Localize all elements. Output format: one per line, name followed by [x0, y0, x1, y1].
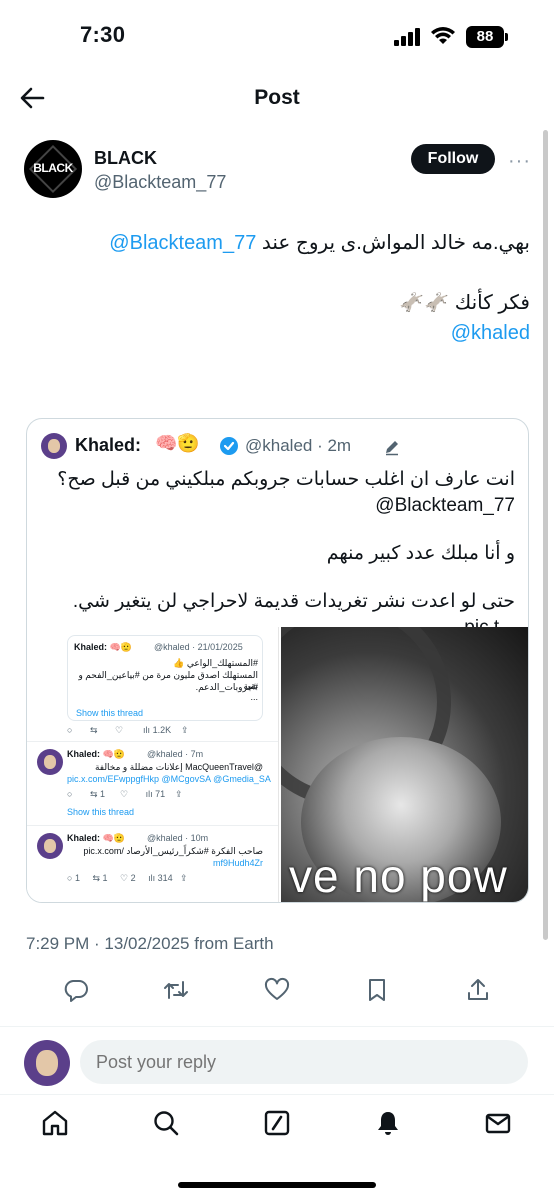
reply-icon[interactable] [62, 976, 90, 1004]
quoted-author-name: Khaled: [75, 435, 142, 455]
status-bar: 7:30 88 [0, 0, 554, 72]
page-title: Post [254, 86, 300, 109]
share-icon[interactable] [464, 976, 492, 1004]
post-line-1: بهي.مه خالد المواش.ى يروج عند @Blackteam… [24, 228, 530, 258]
mention-link[interactable]: @Blackteam_77 [109, 232, 256, 254]
follow-button[interactable]: Follow [411, 144, 495, 174]
mini-stats-row-3: ○ 1 ⇆ 1 ♡ 2 ılı 314 ⇪ [67, 873, 188, 883]
battery-level: 88 [466, 26, 504, 48]
heart-icon[interactable] [263, 976, 291, 1004]
post-line-3: @khaled [24, 318, 530, 348]
quoted-avatar [41, 433, 67, 459]
mini-embedded-card: Khaled: 🧠🫡 @khaled · 21/01/2025 #المستهل… [67, 635, 263, 721]
status-time: 7:30 [80, 22, 126, 47]
author-handle[interactable]: @Blackteam_77 [94, 172, 226, 193]
quoted-post-header: Khaled: 🧠🫡 @khaled · 2m [41, 433, 521, 459]
quoted-media[interactable]: Khaled: 🧠🫡 @khaled · 21/01/2025 #المستهل… [27, 627, 528, 902]
post-timestamp: 7:29 PM · 13/02/2025 from Earth [26, 934, 274, 953]
mini-card-name: Khaled: 🧠🫡 [74, 642, 132, 652]
mini-show-thread: Show this thread [76, 708, 144, 718]
mini-t3-rt: 1 [102, 873, 108, 883]
mail-icon[interactable] [483, 1108, 513, 1138]
post-actions [0, 972, 554, 1008]
mini-card-more: ... [250, 692, 258, 702]
mini-t2-handle: @khaled · 7m [147, 749, 204, 759]
avatar[interactable] [24, 1040, 70, 1086]
bell-icon[interactable] [373, 1108, 403, 1138]
post-line-1-text: بهي.مه خالد المواش.ى يروج عند [256, 232, 530, 254]
grok-icon[interactable] [262, 1108, 292, 1138]
mini-t3-handle: @khaled · 10m [147, 833, 209, 843]
post-text: بهي.مه خالد المواش.ى يروج عند @Blackteam… [24, 228, 530, 378]
quoted-handle-time: @khaled · 2m [245, 436, 352, 455]
mini-avatar [37, 749, 63, 775]
search-icon[interactable] [151, 1108, 181, 1138]
verified-badge-icon [220, 437, 238, 455]
mention-link[interactable]: @khaled [451, 322, 530, 344]
reply-composer [0, 1038, 554, 1086]
mini-t2-name: Khaled: 🧠🫡 [67, 749, 125, 759]
mini-t3-line-2: mf9Hudh4Zr [212, 858, 263, 868]
post-author: BLACK BLACK @Blackteam_77 Follow ··· [24, 140, 534, 200]
mini-t2-line-1: @MacQueenTravel إعلانات مضللة و مخالفة [94, 762, 263, 772]
divider [0, 1094, 554, 1095]
mini-t3-name: Khaled: 🧠🫡 [67, 833, 125, 843]
mini-t3-like: 2 [130, 873, 136, 883]
mini-t3-views: 314 [157, 873, 173, 883]
battery-nub [505, 33, 508, 41]
author-name[interactable]: BLACK [94, 148, 157, 169]
divider [0, 1026, 554, 1027]
mini-t2-rt: 1 [99, 789, 105, 799]
bookmark-icon[interactable] [363, 976, 391, 1004]
quoted-line-1: انت عارف ان اغلب حسابات جروبكم مبلكيني م… [57, 469, 515, 490]
mini-views-1: 1.2K [152, 725, 172, 735]
more-options-icon[interactable]: ··· [508, 150, 531, 173]
avatar-logo-text: BLACK [33, 161, 73, 175]
mini-t3-line-1: صاحب الفكرة #شكراً_رئيس_الأرصاد /pic.x.c… [83, 846, 263, 856]
avatar[interactable]: BLACK [24, 140, 82, 198]
quoted-line-3: و أنا مبلك عدد كبير منهم [326, 543, 515, 564]
mini-show-thread-2: Show this thread [67, 807, 135, 817]
mini-stats-row-2: ○ ⇆ 1 ♡ ılı 71 ⇪ [67, 789, 183, 799]
mini-avatar [37, 833, 63, 859]
reply-input[interactable] [80, 1040, 528, 1084]
quoted-post[interactable]: Khaled: 🧠🫡 @khaled · 2m انت عارف ان اغلب… [26, 418, 529, 903]
mini-card-line-1: #المستهلك_الواعي 👍 [173, 658, 258, 668]
quoted-post-text: انت عارف ان اغلب حسابات جروبكم مبلكيني م… [43, 467, 515, 641]
repost-icon[interactable] [162, 976, 190, 1004]
edited-pencil-icon [386, 441, 398, 456]
mini-t3-reply: 1 [74, 873, 80, 883]
mini-t2-views: 71 [155, 789, 166, 799]
media-screenshot[interactable]: Khaled: 🧠🫡 @khaled · 21/01/2025 #المستهل… [27, 627, 279, 902]
post-line-2: فكر كأنك 🫏🫏 [399, 292, 530, 314]
top-nav: Post [0, 72, 554, 124]
wifi-icon [431, 27, 455, 44]
mini-t2-line-2: pic.x.com/EFwppgfHkp @MCgovSA @Gmedia_SA [67, 774, 271, 784]
photo-caption: ve no pow [289, 850, 508, 902]
mini-stats-row-1: ○ ⇆ ♡ ılı 1.2K ⇪ [67, 725, 189, 735]
scrollbar[interactable] [543, 130, 548, 940]
mini-card-handle: @khaled · 21/01/2025 [154, 642, 243, 652]
home-icon[interactable] [40, 1108, 70, 1138]
cellular-signal-icon [394, 28, 422, 46]
quoted-author-emojis: 🧠🫡 [155, 433, 200, 453]
quoted-line-2: @Blackteam_77 [375, 495, 515, 516]
bottom-tab-bar [0, 1100, 554, 1150]
home-indicator [178, 1182, 376, 1188]
